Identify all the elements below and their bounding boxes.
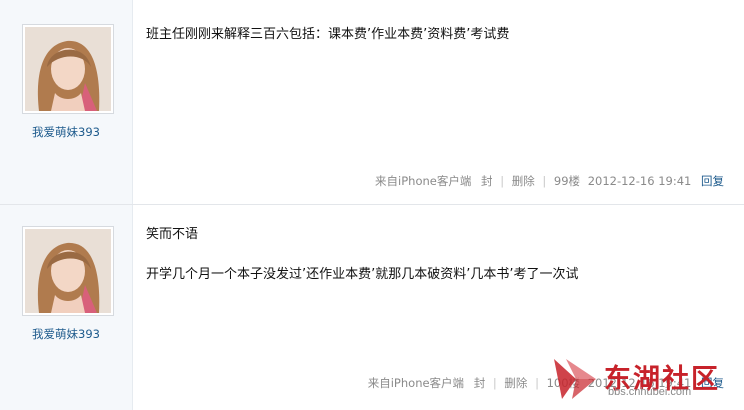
post-content: 笑而不语 开学几个月一个本子没发过’还作业本费’就那几本破资料’几本书’考了一次…: [146, 227, 724, 283]
post-meta: 来自iPhone客户端 封 | 删除 | 100楼 2012-12-16 19:…: [368, 375, 724, 391]
avatar[interactable]: [22, 24, 114, 114]
reply-link[interactable]: 回复: [701, 376, 724, 390]
client-source-link[interactable]: 来自iPhone客户端: [375, 174, 471, 188]
block-link[interactable]: 封: [481, 174, 493, 188]
reply-link[interactable]: 回复: [701, 174, 724, 188]
meta-separator: |: [535, 376, 539, 390]
delete-link[interactable]: 删除: [512, 174, 535, 188]
meta-separator: |: [500, 174, 505, 188]
post-datetime: 2012-12-16 19:41: [587, 376, 692, 390]
block-link[interactable]: 封: [474, 376, 486, 390]
meta-separator: |: [542, 174, 547, 188]
avatar[interactable]: [22, 226, 114, 316]
post-meta: 来自iPhone客户端 封 | 删除 | 99楼 2012-12-16 19:4…: [375, 173, 724, 189]
username-link[interactable]: 我爱萌妹393: [0, 124, 132, 140]
author-panel: 我爱萌妹393: [0, 0, 133, 204]
post-content: 班主任刚刚来解释三百六包括：课本费’作业本费’资料费’考试费: [146, 27, 724, 43]
delete-link[interactable]: 删除: [504, 376, 527, 390]
post-text-line: 开学几个月一个本子没发过’还作业本费’就那几本破资料’几本书’考了一次试: [146, 267, 579, 282]
floor-number: 99楼: [553, 174, 581, 188]
post-floor-99: 我爱萌妹393 班主任刚刚来解释三百六包括：课本费’作业本费’资料费’考试费 来…: [0, 0, 744, 204]
floor-number: 100楼: [546, 376, 581, 390]
post-floor-100: 我爱萌妹393 笑而不语 开学几个月一个本子没发过’还作业本费’就那几本破资料’…: [0, 204, 744, 410]
username-link[interactable]: 我爱萌妹393: [0, 326, 132, 342]
client-source-link[interactable]: 来自iPhone客户端: [368, 376, 464, 390]
meta-separator: |: [492, 376, 497, 390]
post-text-line: 笑而不语: [146, 227, 199, 242]
post-datetime: 2012-12-16 19:41: [587, 174, 692, 188]
author-panel: 我爱萌妹393: [0, 205, 133, 410]
post-text-line: 班主任刚刚来解释三百六包括：课本费’作业本费’资料费’考试费: [146, 27, 510, 42]
